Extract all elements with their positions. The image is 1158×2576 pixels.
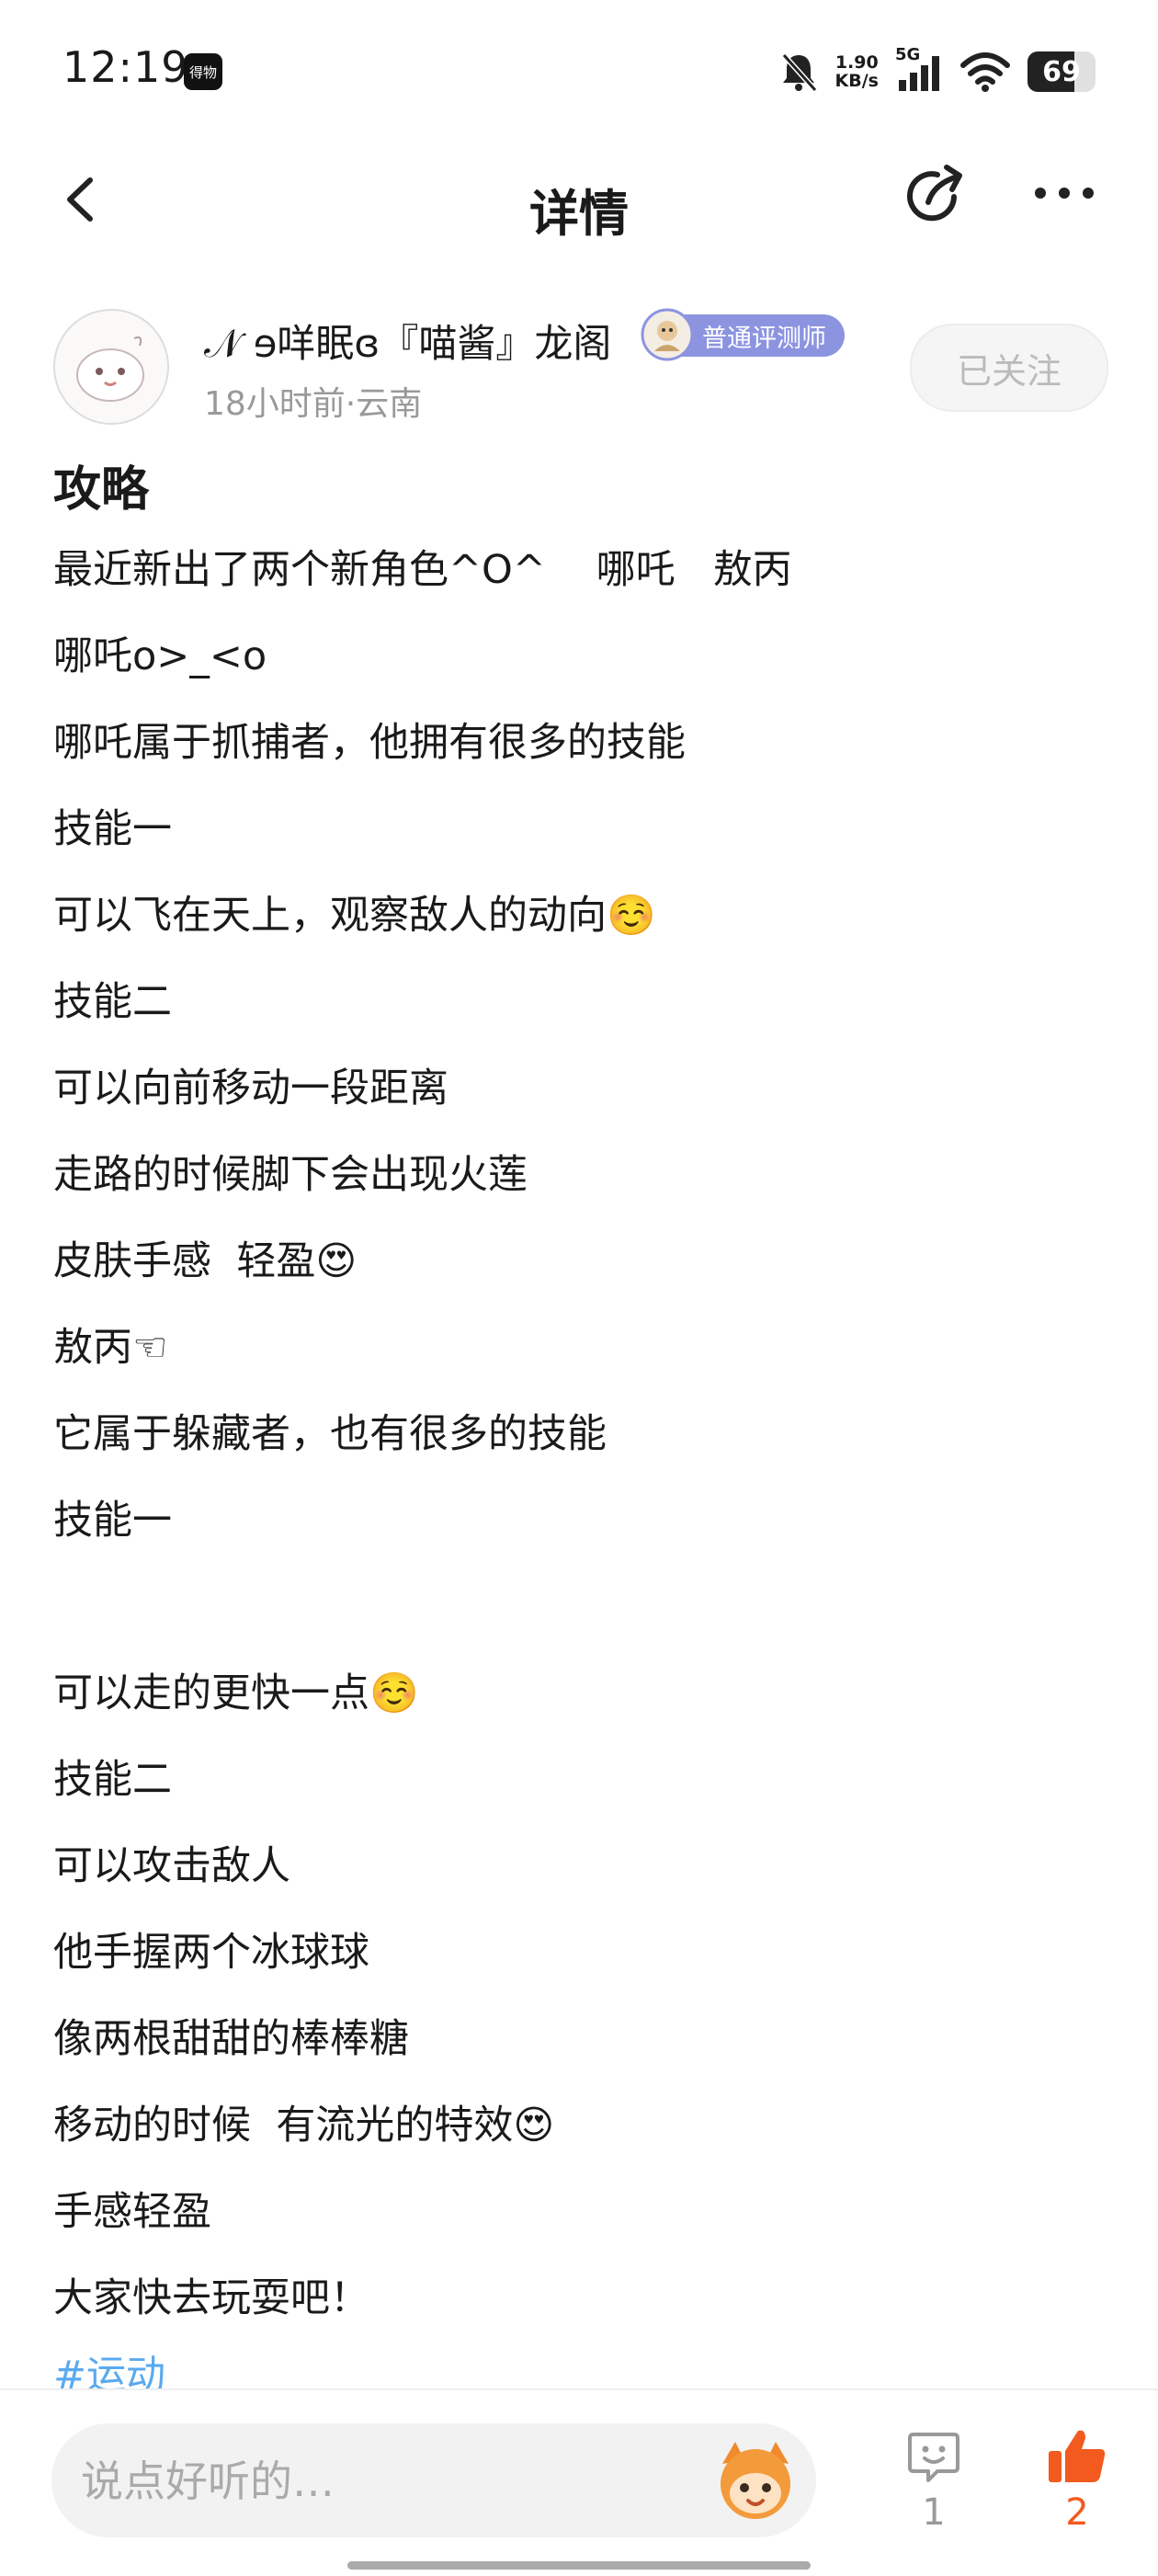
- page-title: 详情: [529, 185, 629, 243]
- post-line: 可以攻击敌人: [53, 1843, 290, 1889]
- post-line: 敖丙☜: [53, 1325, 168, 1371]
- network-speed: 1.90 KB/s: [834, 52, 879, 91]
- follow-button[interactable]: 已关注: [910, 324, 1108, 412]
- share-icon[interactable]: [901, 160, 974, 234]
- post-line: 哪吒属于抓捕者，他拥有很多的技能: [53, 720, 686, 766]
- mascot-emoji-icon[interactable]: [708, 2433, 803, 2528]
- post-body: 最近新出了两个新角色^O^ 哪吒 敖丙 哪吒o>_<o 哪吒属于抓捕者，他拥有很…: [53, 541, 1101, 2355]
- post-line: 最近新出了两个新角色^O^ 哪吒 敖丙: [53, 547, 792, 593]
- wifi-icon: [960, 52, 1010, 92]
- comment-bubble-icon: [908, 2433, 959, 2482]
- battery-level: 69: [1042, 55, 1081, 88]
- status-time: 12:19: [62, 42, 189, 92]
- post-line: 哪吒o>_<o: [53, 633, 267, 679]
- hashtag-link[interactable]: #运动: [53, 2346, 165, 2388]
- post-line: 手感轻盈: [53, 2189, 211, 2235]
- comment-input[interactable]: [79, 2442, 689, 2521]
- status-icons: 1.90 KB/s 5G 69: [778, 44, 1096, 99]
- post-title: 攻略: [53, 462, 150, 518]
- comment-box[interactable]: [51, 2423, 816, 2537]
- app-notification-badge: 得物: [184, 53, 222, 90]
- reviewer-avatar-icon: [641, 308, 694, 361]
- bell-muted-icon: [781, 52, 817, 93]
- nav-bar: 详情: [0, 147, 1158, 257]
- status-bar: 12:19 得物 1.90 KB/s 5G 69: [0, 0, 1158, 138]
- badge-label: 普通评测师: [702, 324, 826, 353]
- post-line: 像两根甜甜的棒棒糖: [53, 2016, 409, 2062]
- author-name[interactable]: 𝒩 ɘ咩眠ɞ『喵酱』龙阁: [204, 313, 611, 369]
- post-line: 他手握两个冰球球: [53, 1930, 369, 1976]
- post-line: 技能二: [53, 979, 172, 1025]
- post-line: 可以向前移动一段距离: [53, 1066, 448, 1111]
- post-line: 可以飞在天上，观察敌人的动向☺️: [53, 893, 656, 939]
- home-indicator[interactable]: [347, 2561, 811, 2570]
- post-line: 技能一: [53, 1498, 172, 1544]
- like-count: 2: [1065, 2491, 1089, 2534]
- avatar[interactable]: [53, 309, 169, 425]
- thumbs-up-icon: [1049, 2430, 1106, 2482]
- post-line: 走路的时候脚下会出现火莲: [53, 1152, 528, 1198]
- like-action[interactable]: 2: [1031, 2427, 1123, 2534]
- post-line: 大家快去玩耍吧！: [53, 2275, 369, 2321]
- comment-action[interactable]: 1: [888, 2427, 980, 2534]
- post-meta: 18小时前·云南: [204, 385, 423, 423]
- comment-count: 1: [922, 2491, 946, 2534]
- post-line: 可以走的更快一点☺️: [53, 1670, 419, 1716]
- bottom-bar: 1 2: [0, 2388, 1158, 2576]
- post-line: 移动的时候 有流光的特效😍: [53, 2103, 555, 2149]
- reviewer-badge: 普通评测师: [641, 308, 845, 361]
- post-line: 技能一: [53, 806, 172, 852]
- post-line: 皮肤手感 轻盈😍: [53, 1238, 358, 1284]
- battery-indicator: 69: [1027, 51, 1096, 92]
- post-line: 它属于躲藏者，也有很多的技能: [53, 1411, 607, 1457]
- post-line: 技能二: [53, 1757, 172, 1803]
- signal-icon: 5G: [895, 45, 943, 95]
- more-dots-icon[interactable]: [1027, 165, 1101, 221]
- post-line: [53, 1578, 1101, 1664]
